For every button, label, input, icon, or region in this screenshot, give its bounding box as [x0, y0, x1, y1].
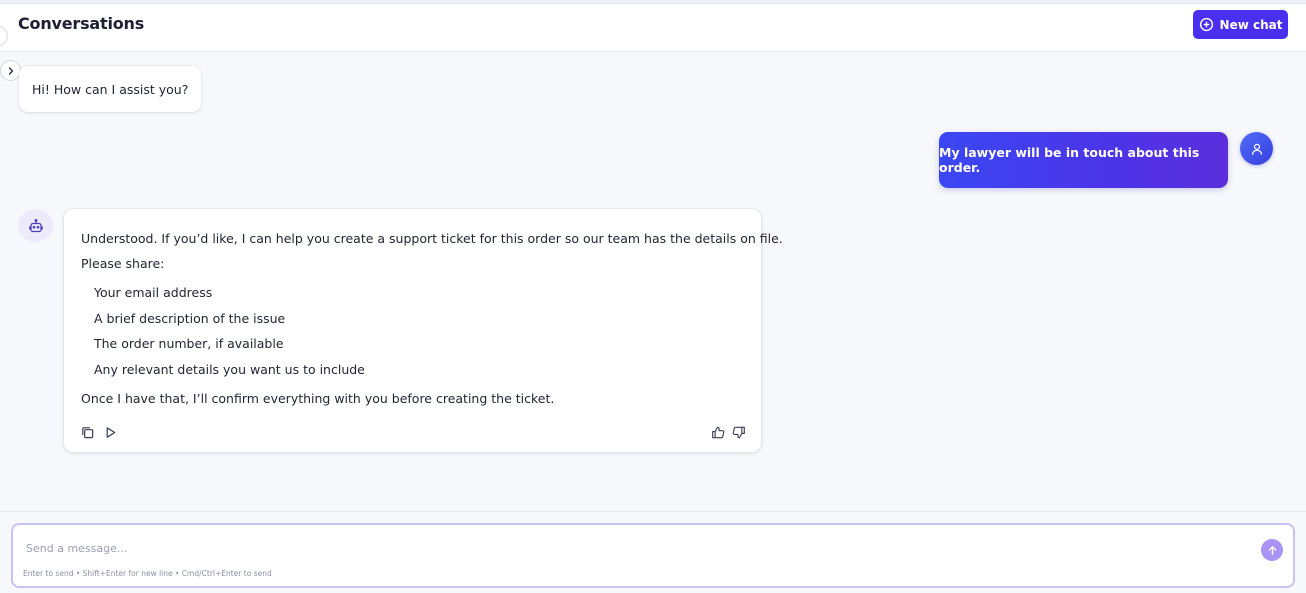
header: Conversations New chat: [0, 4, 1306, 52]
message-actions-left: [80, 425, 118, 440]
arrow-up-icon: [1267, 545, 1278, 556]
assistant-reply-bubble: Understood. If you’d like, I can help yo…: [64, 209, 783, 452]
play-icon[interactable]: [103, 425, 118, 440]
greeting-text: Hi! How can I assist you?: [32, 81, 189, 97]
bot-avatar: [18, 209, 53, 242]
plus-circle-icon: [1199, 17, 1214, 32]
reply-prompt: Please share:: [81, 256, 165, 271]
list-item: Any relevant details you want us to incl…: [94, 362, 365, 377]
send-button[interactable]: [1261, 539, 1283, 561]
message-input[interactable]: [26, 539, 1226, 557]
new-chat-button[interactable]: New chat: [1193, 10, 1288, 39]
page-title: Conversations: [18, 14, 145, 33]
user-avatar: [1240, 132, 1273, 165]
message-composer: Enter to send • Shift+Enter for new line…: [11, 523, 1295, 588]
thumbs-up-icon[interactable]: [711, 425, 726, 440]
sidebar-edge-handle[interactable]: [0, 26, 8, 46]
robot-icon: [28, 218, 44, 234]
thumbs-down-icon[interactable]: [731, 425, 746, 440]
list-item: The order number, if available: [94, 336, 284, 351]
reply-intro: Understood. If you’d like, I can help yo…: [81, 231, 783, 246]
composer-divider: [0, 511, 1306, 512]
list-item: Your email address: [94, 285, 213, 300]
user-message-text: My lawyer will be in touch about this or…: [939, 145, 1200, 175]
expand-sidebar-button[interactable]: [0, 60, 21, 81]
message-feedback: [711, 425, 746, 440]
user-icon: [1250, 142, 1264, 156]
composer-hint: Enter to send • Shift+Enter for new line…: [23, 569, 272, 578]
chevron-right-icon: [6, 66, 16, 76]
copy-icon[interactable]: [80, 425, 95, 440]
new-chat-label: New chat: [1219, 17, 1283, 32]
user-message-bubble: My lawyer will be in touch about this or…: [939, 132, 1228, 188]
assistant-greeting-bubble: Hi! How can I assist you?: [19, 66, 202, 112]
reply-closing: Once I have that, I’ll confirm everythin…: [81, 391, 555, 406]
list-item: A brief description of the issue: [94, 311, 286, 326]
